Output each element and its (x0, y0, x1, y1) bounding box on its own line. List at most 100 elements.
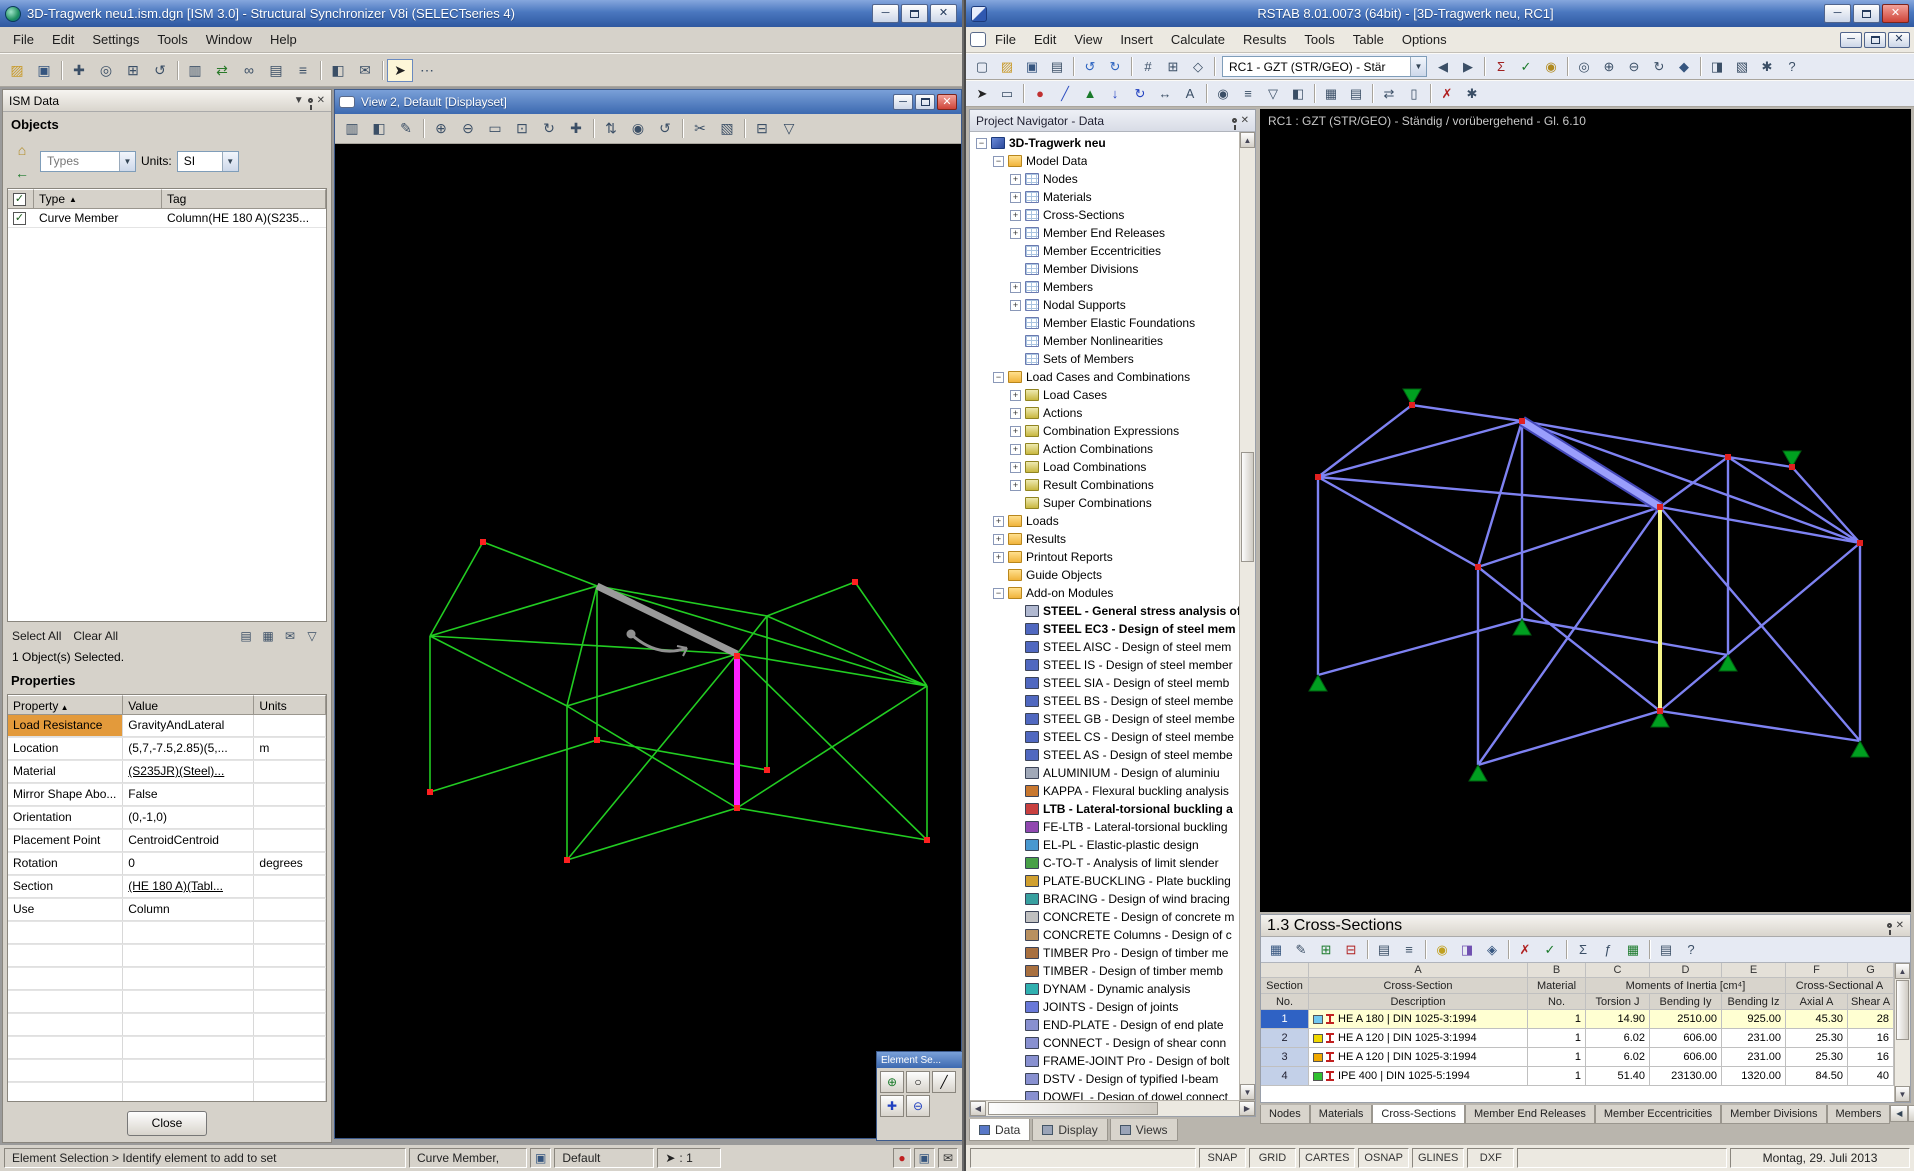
tree-item[interactable]: + Action Combinations (970, 440, 1255, 458)
tree-item[interactable]: DYNAM - Dynamic analysis (970, 980, 1255, 998)
close-button[interactable]: ✕ (930, 4, 957, 23)
property-value[interactable]: Column (123, 899, 255, 921)
title-bar[interactable]: RSTAB 8.01.0073 (64bit) - [3D-Tragwerk n… (966, 0, 1914, 27)
new-view-icon[interactable]: ◧ (325, 59, 351, 82)
property-value[interactable]: CentroidCentroid (123, 830, 255, 852)
select-all-button[interactable]: Select All (12, 629, 61, 643)
circle-select-icon[interactable]: ○ (906, 1071, 930, 1093)
dimension-icon[interactable]: ↔ (1153, 83, 1177, 104)
tree-item[interactable]: + Load Cases (970, 386, 1255, 404)
zoom-out-icon[interactable]: ⊖ (455, 117, 481, 140)
remove-selection-icon[interactable]: ⊖ (906, 1095, 930, 1117)
sub-header[interactable]: Torsion J (1586, 994, 1650, 1010)
cross-section-row[interactable]: 4 IPE 400 | DIN 1025-5:1994 1 51.40 23130.00… (1261, 1067, 1910, 1086)
close-panel-button[interactable]: Close (127, 1110, 207, 1136)
property-row[interactable]: Mirror Shape Abo... False (8, 784, 326, 807)
sub-header[interactable]: No. (1528, 994, 1586, 1010)
help-icon[interactable]: ? (1780, 56, 1804, 77)
tree-item[interactable]: FE-LTB - Lateral-torsional buckling (970, 818, 1255, 836)
scroll-thumb[interactable] (1896, 980, 1909, 1040)
tree-item[interactable]: − Load Cases and Combinations (970, 368, 1255, 386)
select-arrow-icon[interactable]: ➤ (970, 83, 994, 104)
pin-icon[interactable] (1886, 923, 1892, 935)
scroll-down-icon[interactable]: ▼ (1240, 1084, 1255, 1100)
panel-menu-icon[interactable]: ▼ (294, 95, 304, 106)
zoom-in-icon[interactable]: ⊕ (1597, 56, 1621, 77)
tree-item[interactable]: + Member End Releases (970, 224, 1255, 242)
apply-icon[interactable]: ✓ (1538, 939, 1562, 960)
property-row[interactable]: Material (S235JR)(Steel)... (8, 761, 326, 784)
show-results-icon[interactable]: ◉ (1539, 56, 1563, 77)
tree-item[interactable]: END-PLATE - Design of end plate (970, 1016, 1255, 1034)
edit-section-icon[interactable]: ✎ (1289, 939, 1313, 960)
properties-header-units[interactable]: Units (254, 695, 326, 715)
menu-file[interactable]: File (4, 28, 43, 51)
save-icon[interactable]: ▣ (31, 59, 57, 82)
print-table-icon[interactable]: ▤ (1654, 939, 1678, 960)
printout-report-icon[interactable]: ▤ (1344, 83, 1368, 104)
section-lamp-icon[interactable]: ◉ (1430, 939, 1454, 960)
tasks-status[interactable]: ▣ (913, 1148, 935, 1168)
tree-item[interactable]: + Combination Expressions (970, 422, 1255, 440)
undo-view-icon[interactable]: ↺ (652, 117, 678, 140)
element-selection-pointer-icon[interactable]: ➤ (387, 58, 413, 82)
expand-icon[interactable]: + (1010, 425, 1021, 437)
excel-export-icon[interactable]: ▦ (1621, 939, 1645, 960)
walk-icon[interactable]: ⇅ (598, 117, 624, 140)
pin-icon[interactable] (1231, 118, 1237, 130)
isometric-view-icon[interactable]: ◆ (1672, 56, 1696, 77)
clip-mask-icon[interactable]: ▧ (714, 117, 740, 140)
expand-icon[interactable]: + (1010, 461, 1021, 473)
tree-item[interactable]: + Materials (970, 188, 1255, 206)
link-icon[interactable]: ∞ (236, 59, 262, 82)
row-checkbox[interactable]: ✓ (13, 211, 26, 225)
tree-item[interactable]: + Members (970, 278, 1255, 296)
properties-header-value[interactable]: Value (123, 695, 255, 715)
child-restore-button[interactable] (1864, 31, 1886, 48)
menu-settings[interactable]: Settings (83, 28, 148, 51)
cross-section-row[interactable]: 3 HE A 120 | DIN 1025-3:1994 1 6.02 606.00 23… (1261, 1048, 1910, 1067)
property-row[interactable]: Location (5,7,-7.5,2.85)(5,... m (8, 738, 326, 761)
section-description[interactable]: IPE 400 | DIN 1025-5:1994 (1309, 1067, 1528, 1086)
scroll-thumb[interactable] (1241, 452, 1254, 562)
navigator-tab-display[interactable]: Display (1032, 1119, 1108, 1141)
mail-status[interactable]: ✉ (937, 1148, 958, 1168)
close-button[interactable]: ✕ (1882, 4, 1909, 23)
tree-item[interactable]: STEEL IS - Design of steel member (970, 656, 1255, 674)
property-row[interactable]: Placement Point CentroidCentroid (8, 830, 326, 853)
tree-item[interactable]: − 3D-Tragwerk neu (970, 134, 1255, 152)
tree-item[interactable]: BRACING - Design of wind bracing (970, 890, 1255, 908)
navigator-tab-views[interactable]: Views (1109, 1119, 1178, 1141)
view-maximize-button[interactable] (915, 94, 935, 110)
check-all-checkbox[interactable]: ✓ (13, 192, 26, 206)
tree-item[interactable]: − Model Data (970, 152, 1255, 170)
units-combo[interactable]: SI ▼ (176, 150, 239, 172)
ism-panel-title-bar[interactable]: ISM Data ▼ ✕ (3, 90, 331, 112)
status-displayset[interactable]: Default (554, 1148, 655, 1168)
tree-item[interactable]: STEEL SIA - Design of steel memb (970, 674, 1255, 692)
add-to-selection-icon[interactable]: ⊕ (880, 1071, 904, 1093)
view2-title-bar[interactable]: View 2, Default [Displayset] ─ ✕ (335, 90, 961, 114)
numbering-icon[interactable]: # (1136, 56, 1160, 77)
title-bar[interactable]: 3D-Tragwerk neu1.ism.dgn [ISM 3.0] - Str… (0, 0, 962, 27)
new-node-icon[interactable]: ● (1028, 83, 1052, 104)
tree-item[interactable]: + Load Combinations (970, 458, 1255, 476)
property-row[interactable]: Load Resistance GravityAndLateral (8, 715, 326, 738)
zoom-in-icon[interactable]: ⊕ (428, 117, 454, 140)
new-load-icon[interactable]: ↓ (1103, 83, 1127, 104)
maximize-button[interactable] (1853, 4, 1880, 23)
sub-header[interactable]: Description (1309, 994, 1528, 1010)
tree-item[interactable]: Sets of Members (970, 350, 1255, 368)
property-value[interactable]: (5,7,-7.5,2.85)(5,... (123, 738, 255, 760)
toggle-snap[interactable]: SNAP (1199, 1148, 1246, 1168)
check-model-icon[interactable]: ✓ (1514, 56, 1538, 77)
settings-icon[interactable]: ✱ (1755, 56, 1779, 77)
tree-item[interactable]: Member Eccentricities (970, 242, 1255, 260)
expand-icon[interactable]: + (993, 533, 1004, 545)
navigator-tab-data[interactable]: Data (969, 1119, 1031, 1141)
minimize-button[interactable]: ─ (1824, 4, 1851, 23)
new-support-icon[interactable]: ▲ (1078, 83, 1102, 104)
tree-item[interactable]: Guide Objects (970, 566, 1255, 584)
redo-icon[interactable]: ↻ (1103, 56, 1127, 77)
open-icon[interactable]: ▨ (995, 56, 1019, 77)
